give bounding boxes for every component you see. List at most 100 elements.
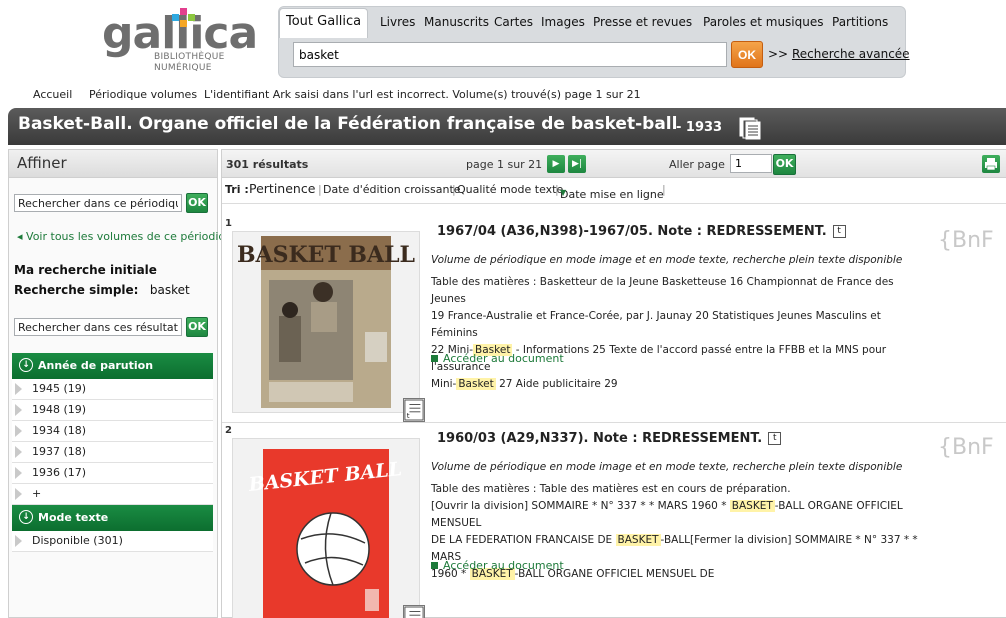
access-document-link[interactable]: Accéder au document (431, 352, 564, 365)
facet-item-1934[interactable]: 1934 (18) (12, 421, 213, 442)
tab-images[interactable]: Images (541, 11, 585, 35)
goto-page-input[interactable] (730, 154, 772, 173)
snippet-line: 19 France-Australie et France-Corée, par… (431, 310, 881, 339)
gallica-logo[interactable]: gallica BIBLIOTHÈQUE NUMÉRIQUE (102, 8, 258, 78)
result-number: 2 (225, 425, 232, 436)
breadcrumb: Accueil Périodique volumes L'identifiant… (0, 84, 1006, 106)
facet-text-mode-title: Mode texte (38, 511, 109, 524)
snippet-text: 27 Aide publicitaire 29 (495, 378, 618, 390)
access-document-link[interactable]: Accéder au document (431, 559, 564, 572)
search-periodical-input[interactable] (14, 194, 182, 212)
logo-square-orange (180, 20, 187, 27)
facet-item-label: 1936 (17) (32, 466, 87, 479)
search-results-input[interactable] (14, 318, 182, 336)
snippet-text: DE LA FEDERATION FRANCAISE DE (431, 534, 616, 546)
breadcrumb-volumes[interactable]: Périodique volumes (89, 88, 197, 101)
facet-year-header[interactable]: ↓ Année de parution (12, 353, 213, 379)
result-title[interactable]: 1967/04 (A36,N398)-1967/05. Note : REDRE… (437, 224, 846, 239)
facet-item-label: 1934 (18) (32, 424, 87, 437)
facet-bullet-icon (15, 425, 22, 437)
bullet-icon (431, 562, 438, 569)
facet-bullet-icon (15, 535, 22, 547)
facet-item-more[interactable]: + (12, 484, 213, 505)
sort-edition-date[interactable]: Date d'édition croissante (323, 183, 461, 196)
snippet-line: Table des matières : Basketteur de la Je… (431, 276, 894, 305)
sort-text-quality[interactable]: Qualité mode texte (457, 183, 563, 196)
sort-label: Tri : (225, 183, 249, 196)
cover-image-1967: BASKET BALL (237, 236, 415, 408)
search-results-ok-button[interactable]: OK (186, 317, 208, 337)
simple-search-row: Recherche simple: basket (14, 283, 190, 297)
text-badge-icon: t (768, 432, 782, 445)
bnf-watermark: {BnF (938, 435, 994, 460)
facet-collapse-icon: ↓ (19, 510, 33, 524)
facet-item-1945[interactable]: 1945 (19) (12, 379, 213, 400)
facet-item-1936[interactable]: 1936 (17) (12, 463, 213, 484)
search-highlight: BASKET (729, 500, 775, 512)
result-title[interactable]: 1960/03 (A29,N337). Note : REDRESSEMENT.… (437, 431, 782, 446)
facet-item-1937[interactable]: 1937 (18) (12, 442, 213, 463)
snippet-line: [Ouvrir la division] SOMMAIRE * N° 337 *… (431, 498, 923, 532)
tab-manuscrits[interactable]: Manuscrits (424, 11, 489, 35)
facet-year-title: Année de parution (38, 359, 154, 372)
access-document-label: Accéder au document (443, 559, 564, 572)
sidebar-header: Affiner (9, 150, 217, 178)
result-item: 2 BASKET BALL t (222, 423, 1006, 618)
sort-separator: | (318, 183, 322, 196)
facet-collapse-icon: ↓ (19, 358, 33, 372)
tab-presse-revues[interactable]: Presse et revues (593, 11, 692, 35)
tab-paroles-musiques[interactable]: Paroles et musiques (703, 11, 824, 35)
facet-item-disponible[interactable]: Disponible (301) (12, 531, 213, 552)
goto-page-ok-button[interactable]: OK (773, 154, 796, 175)
sort-online-date-label: Date mise en ligne (560, 188, 664, 201)
sort-pertinence[interactable]: Pertinence (249, 181, 315, 196)
search-ok-button[interactable]: OK (731, 41, 763, 68)
advanced-search-link[interactable]: >> Recherche avancée (768, 47, 910, 61)
sort-separator: | (452, 183, 456, 196)
result-description: Volume de périodique en mode image et en… (431, 461, 903, 473)
advanced-search-label[interactable]: Recherche avancée (792, 47, 910, 61)
tab-livres[interactable]: Livres (380, 11, 415, 35)
logo-subtitle-1: BIBLIOTHÈQUE (154, 52, 225, 62)
search-highlight: Basket (456, 378, 496, 390)
periodical-title: Basket-Ball. Organe officiel de la Fédér… (18, 114, 678, 134)
simple-search-value: basket (149, 283, 190, 297)
search-input[interactable] (293, 42, 727, 67)
advanced-search-prefix: >> (768, 47, 792, 61)
result-thumbnail[interactable]: BASKET BALL t (232, 438, 425, 618)
facet-item-label: + (32, 487, 42, 500)
page-indicator: page 1 sur 21 (466, 158, 543, 171)
tab-tout-gallica[interactable]: Tout Gallica (279, 8, 369, 38)
result-number: 1 (225, 218, 232, 229)
all-volumes-link-label: Voir tous les volumes de ce périodique (26, 230, 240, 243)
breadcrumb-home[interactable]: Accueil (33, 88, 72, 101)
search-highlight: BASKET (615, 534, 661, 546)
next-page-icon[interactable]: ▶ (547, 155, 565, 173)
refine-sidebar: Affiner OK ◂ Voir tous les volumes de ce… (8, 149, 239, 618)
result-snippet: Table des matières : Basketteur de la Je… (431, 274, 923, 393)
facet-item-label: 1948 (19) (32, 403, 87, 416)
facet-item-label: 1945 (19) (32, 382, 87, 395)
facet-bullet-icon (15, 467, 22, 479)
last-page-icon[interactable]: ▶| (568, 155, 586, 173)
print-icon[interactable] (982, 155, 1000, 173)
result-thumbnail[interactable]: BASKET BALL t (232, 231, 425, 422)
periodical-title-bar: Basket-Ball. Organe officiel de la Fédér… (8, 108, 1006, 145)
search-periodical-ok-button[interactable]: OK (186, 193, 208, 213)
text-mode-icon[interactable]: t (403, 605, 425, 618)
volumes-stack-icon[interactable] (738, 116, 762, 140)
facet-bullet-icon (15, 404, 22, 416)
tab-cartes[interactable]: Cartes (494, 11, 533, 35)
facet-text-mode-header[interactable]: ↓ Mode texte (12, 505, 213, 531)
logo-subtitle-2: NUMÉRIQUE (154, 63, 212, 73)
results-count: 301 résultats (226, 158, 309, 171)
facet-item-1948[interactable]: 1948 (19) (12, 400, 213, 421)
cover-title-text: BASKET BALL (237, 242, 415, 268)
all-volumes-link[interactable]: ◂ Voir tous les volumes de ce périodique (17, 230, 239, 243)
tab-partitions[interactable]: Partitions (832, 11, 888, 35)
snippet-line: Table des matières : Table des matières … (431, 483, 791, 495)
text-mode-icon[interactable]: t (403, 398, 425, 422)
back-arrow-icon: ◂ (17, 230, 27, 243)
logo-square-blue (172, 14, 179, 21)
logo-square-pink (180, 8, 187, 15)
